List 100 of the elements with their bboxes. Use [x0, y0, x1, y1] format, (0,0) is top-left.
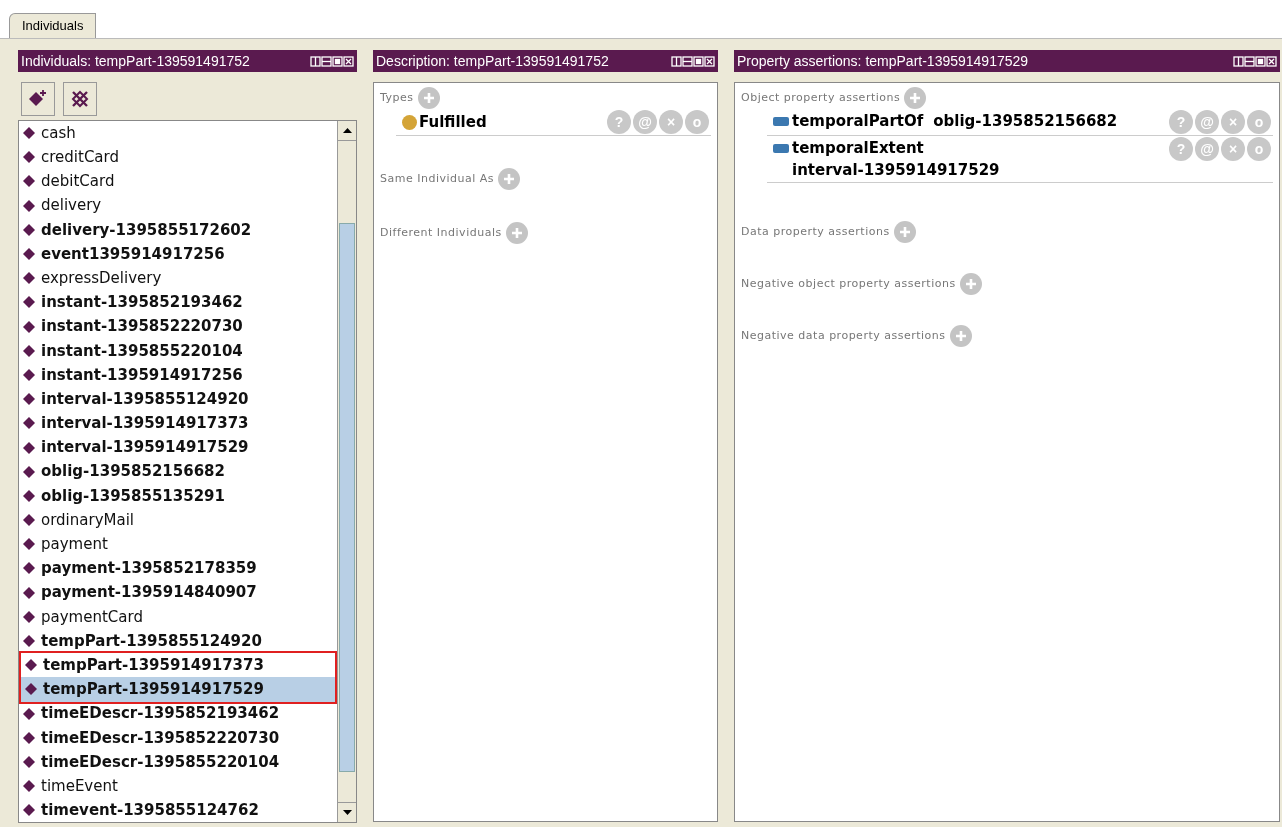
add-button[interactable] [498, 168, 521, 190]
individual-diamond-icon [23, 199, 35, 212]
individual-item[interactable]: payment-1395914840907 [19, 580, 337, 605]
scroll-down-icon[interactable] [342, 810, 352, 815]
individual-diamond-icon [23, 755, 35, 768]
add-button[interactable] [893, 221, 916, 243]
plus-icon [909, 92, 922, 104]
individual-label: tempPart-1395914917529 [43, 679, 264, 701]
add-button[interactable] [505, 222, 528, 244]
individual-label: instant-1395852220730 [41, 316, 243, 338]
individual-diamond-icon [23, 489, 35, 502]
individual-label: timeEDescr-1395852193462 [41, 703, 280, 725]
section-label: Types [380, 89, 414, 106]
individual-diamond-icon [23, 248, 35, 261]
individual-item[interactable]: instant-1395855220104 [19, 338, 337, 363]
scrollbar[interactable] [337, 121, 356, 822]
individual-diamond-icon [23, 368, 35, 381]
plus-icon [954, 330, 967, 342]
individual-item[interactable]: tempPart-1395855124920 [19, 628, 337, 654]
delete-individual-button[interactable] [63, 82, 97, 116]
individual-item[interactable]: paymentCard [19, 604, 337, 629]
individual-item[interactable]: timeEDescr-1395855220104 [19, 749, 337, 775]
individual-item[interactable]: timevent-1395855124762 [19, 798, 337, 822]
add-button[interactable] [904, 87, 927, 109]
section-label: Different Individuals [380, 224, 502, 241]
plus-icon [503, 173, 516, 185]
individual-label: tempPart-1395914917373 [43, 654, 264, 676]
add-button[interactable] [959, 273, 982, 295]
individual-item[interactable]: instant-1395914917256 [19, 362, 337, 388]
individual-diamond-icon [23, 586, 35, 599]
individual-diamond-icon [25, 683, 37, 696]
individual-item[interactable]: interval-1395914917373 [19, 411, 337, 436]
individual-item[interactable]: oblig-1395852156682 [19, 459, 337, 484]
individual-item[interactable]: timeEDescr-1395852193462 [19, 701, 337, 726]
plus-icon [964, 278, 977, 290]
individual-item[interactable]: timeEDescr-1395852220730 [19, 725, 337, 750]
individual-diamond-icon [23, 296, 35, 309]
individual-label: event1395914917256 [41, 243, 225, 265]
individual-item[interactable]: instant-1395852193462 [19, 290, 337, 315]
individual-item[interactable]: expressDelivery [19, 266, 337, 291]
section-label: Data property assertions [741, 223, 890, 240]
view-controls-icon[interactable] [1233, 55, 1277, 67]
individual-item[interactable]: tempPart-1395914917373 [21, 653, 335, 678]
individual-label: timeEvent [41, 775, 118, 797]
individual-label: delivery [41, 195, 102, 217]
individual-item[interactable]: interval-1395914917529 [19, 435, 337, 460]
individual-label: timeEDescr-1395855220104 [41, 751, 280, 773]
individual-diamond-icon [23, 393, 35, 406]
individual-item[interactable]: instant-1395852220730 [19, 314, 337, 339]
individual-diamond-icon [23, 610, 35, 623]
individual-diamond-icon [23, 344, 35, 357]
individual-item[interactable]: interval-1395855124920 [19, 387, 337, 412]
individual-diamond-icon [23, 441, 35, 454]
individual-label: cash [41, 122, 76, 144]
individual-item[interactable]: delivery [19, 193, 337, 218]
view-controls-icon[interactable] [310, 55, 354, 67]
individual-item[interactable]: ordinaryMail [19, 508, 337, 533]
individual-label: oblig-1395855135291 [41, 485, 225, 507]
individual-diamond-icon [23, 780, 35, 793]
property-icon [773, 117, 789, 126]
individual-diamond-icon [23, 635, 35, 648]
individual-label: creditCard [41, 147, 119, 169]
individual-label: tempPart-1395855124920 [41, 630, 262, 652]
property-name: temporalPartOf [792, 111, 924, 132]
individual-item[interactable]: tempPart-1395914917529 [21, 677, 335, 702]
property-value: oblig-1395852156682 [933, 111, 1118, 132]
individual-item[interactable]: event1395914917256 [19, 241, 337, 267]
plus-icon [422, 92, 435, 104]
add-individual-button[interactable] [21, 82, 55, 116]
individual-item[interactable]: payment [19, 532, 337, 557]
add-button[interactable] [417, 87, 440, 109]
section-label: Negative data property assertions [741, 327, 946, 344]
individual-item[interactable]: cash [19, 121, 337, 146]
individual-diamond-icon [23, 562, 35, 575]
individual-diamond-icon [23, 151, 35, 164]
individual-label: interval-1395914917529 [41, 437, 249, 459]
individual-diamond-icon [23, 804, 35, 817]
class-dot-icon [402, 114, 417, 130]
individual-diamond-icon [23, 538, 35, 551]
individual-label: interval-1395855124920 [41, 388, 249, 410]
view-controls-icon[interactable] [671, 55, 715, 67]
individual-label: paymentCard [41, 606, 143, 628]
individual-item[interactable]: debitCard [19, 169, 337, 194]
add-button[interactable] [949, 325, 972, 347]
individual-label: expressDelivery [41, 267, 162, 289]
plus-icon [510, 227, 523, 239]
individual-label: ordinaryMail [41, 509, 134, 531]
property-value: interval-1395914917529 [792, 160, 1000, 181]
individual-item[interactable]: payment-1395852178359 [19, 556, 337, 581]
property-name: temporalExtent [792, 138, 925, 159]
individual-label: oblig-1395852156682 [41, 461, 225, 483]
individual-item[interactable]: delivery-1395855172602 [19, 217, 337, 242]
individual-item[interactable]: oblig-1395855135291 [19, 483, 337, 508]
individual-item[interactable]: creditCard [19, 145, 337, 170]
tab[interactable]: Individuals [9, 13, 97, 38]
scroll-up-icon[interactable] [342, 128, 352, 133]
individual-diamond-icon [23, 175, 35, 188]
individual-diamond-icon [23, 320, 35, 333]
individual-item[interactable]: timeEvent [19, 774, 337, 799]
panel-title: Property assertions: tempPart-1395914917529 [737, 51, 1029, 71]
